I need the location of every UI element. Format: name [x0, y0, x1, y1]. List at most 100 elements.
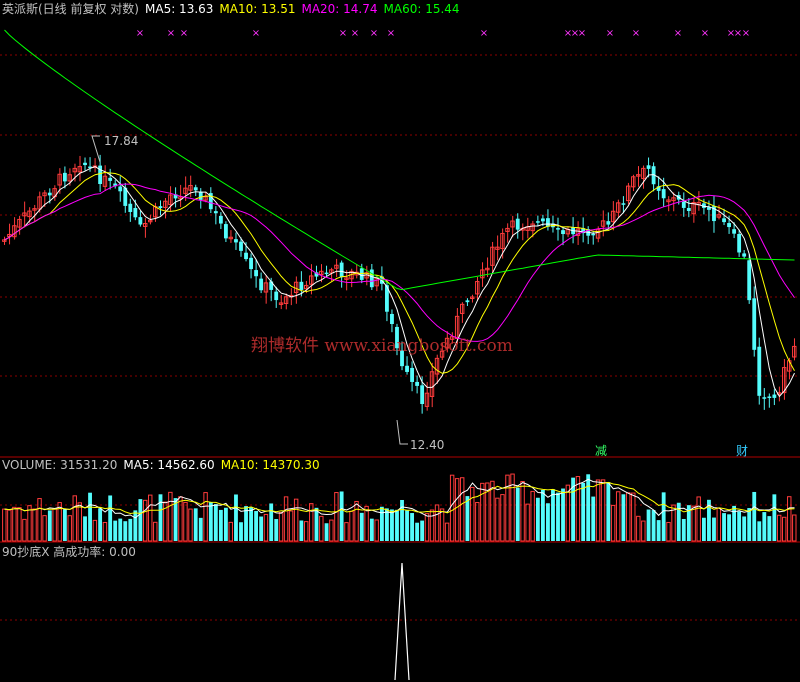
- volume-bar: [158, 494, 163, 541]
- volume-bar: [565, 484, 571, 542]
- main-header: 英派斯(日线 前复权 对数) MA5: 13.63 MA10: 13.51 MA20:…: [2, 0, 466, 17]
- candle-body: [515, 218, 520, 230]
- volume-bar: [22, 518, 27, 542]
- volume-bar: [681, 518, 686, 541]
- volume-bar: [621, 494, 626, 541]
- volume-bar: [27, 505, 32, 542]
- volume-bar: [324, 523, 329, 541]
- volume-bar: [420, 520, 425, 541]
- candle-body: [193, 187, 198, 191]
- candle-body: [198, 191, 203, 200]
- volume-bar: [581, 482, 586, 541]
- volume-bar: [510, 473, 515, 542]
- candle-body: [324, 272, 329, 275]
- volume-bar: [234, 494, 238, 541]
- volume-bar: [415, 522, 420, 541]
- volume-bar: [239, 522, 243, 541]
- signal-marker-icon: ×: [351, 28, 359, 39]
- candle-body: [410, 367, 414, 382]
- marker-jian: 减: [595, 444, 608, 458]
- volume-bar: [772, 494, 777, 541]
- volume-bar: [244, 506, 248, 541]
- volume-bar: [369, 518, 374, 541]
- signal-marker-icon: ×: [339, 28, 347, 39]
- candle-body: [213, 211, 218, 214]
- volume-bar: [737, 511, 742, 541]
- volume-bar: [263, 513, 269, 542]
- volume-bar: [757, 521, 762, 541]
- volume-bar: [118, 518, 123, 541]
- volume-bar: [782, 516, 787, 542]
- volume-bar: [278, 512, 284, 542]
- candle-body: [646, 165, 651, 169]
- candle-body: [747, 260, 752, 301]
- volume-bar: [203, 492, 208, 542]
- volume-bar: [62, 509, 67, 541]
- volume-bar: [595, 479, 601, 542]
- candle-body: [732, 229, 737, 234]
- volume-bar: [168, 491, 173, 542]
- volume-bar: [762, 512, 767, 541]
- volume-bar: [475, 502, 480, 542]
- volume-bar: [2, 508, 7, 542]
- candle-body: [359, 268, 364, 280]
- volume-bar: [459, 477, 465, 542]
- ma10-value: MA10: 13.51: [219, 2, 296, 16]
- volume-bar: [7, 509, 12, 542]
- volume-bar: [208, 502, 213, 541]
- candle-body: [772, 394, 777, 398]
- volume-bar: [92, 519, 98, 542]
- ma60-value: MA60: 15.44: [383, 2, 460, 16]
- volume-bar: [198, 517, 203, 541]
- volume-bar: [42, 515, 47, 542]
- volume-bar: [395, 509, 399, 541]
- volume-bar: [329, 519, 334, 542]
- volume-bar: [259, 516, 264, 541]
- candle-body: [108, 177, 113, 181]
- volume-bar: [269, 503, 274, 541]
- volume-bar: [319, 515, 324, 542]
- signal-marker-icon: ×: [701, 28, 709, 39]
- volume-bar: [390, 509, 394, 541]
- volume-bar: [254, 511, 259, 541]
- volume-bar: [249, 507, 253, 541]
- candle-body: [133, 207, 138, 218]
- volume-bar: [339, 491, 344, 541]
- volume-bar: [722, 513, 726, 541]
- volume-bar: [77, 502, 83, 542]
- volume-bar: [636, 515, 641, 542]
- volume-bar: [747, 508, 752, 541]
- volume-bar: [173, 498, 178, 541]
- volume-bar: [727, 514, 731, 541]
- volume-bar: [309, 503, 314, 542]
- volume-bar: [646, 509, 651, 541]
- volume-bar: [183, 501, 188, 542]
- volume-bar: [17, 507, 22, 542]
- candle-body: [218, 215, 223, 224]
- volume-bar: [67, 515, 72, 542]
- volume-bar: [546, 503, 550, 541]
- volume-bar: [615, 491, 621, 542]
- signal-marker-icon: ×: [742, 28, 750, 39]
- volume-bar: [470, 486, 475, 542]
- candle-body: [561, 230, 565, 235]
- volume-bar: [465, 496, 470, 541]
- volume-bar: [444, 522, 450, 542]
- volume-bar: [556, 492, 560, 541]
- volume-bar: [792, 514, 797, 542]
- candle-body: [239, 241, 243, 251]
- high-pointer: [91, 135, 101, 163]
- volume-bar: [128, 518, 133, 541]
- volume-bar: [712, 517, 716, 541]
- volume-bar: [742, 516, 747, 541]
- volume-bar: [52, 508, 57, 542]
- volume-bar: [379, 506, 384, 541]
- candle-body: [223, 224, 228, 239]
- indicator-signal-spike: [394, 562, 410, 681]
- volume-bar: [752, 491, 757, 541]
- candle-body: [757, 346, 762, 396]
- candle-body: [244, 252, 248, 260]
- volume-value: VOLUME: 31531.20: [2, 458, 118, 472]
- volume-bar: [691, 505, 696, 542]
- volume-bar: [767, 516, 772, 541]
